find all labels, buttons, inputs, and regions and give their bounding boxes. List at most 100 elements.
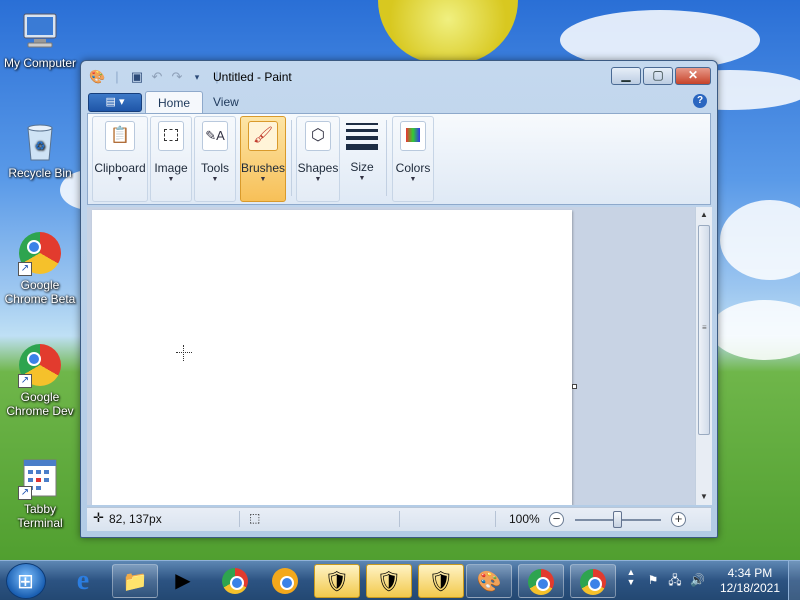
save-icon[interactable]: ▣ bbox=[129, 69, 145, 85]
system-clock[interactable]: 4:34 PM 12/18/2021 bbox=[720, 566, 780, 596]
network-icon[interactable]: 🖧 bbox=[668, 573, 682, 587]
folder-icon: 📁 bbox=[122, 571, 148, 593]
show-hidden-icons-icon[interactable]: ▲ ▼ bbox=[624, 567, 638, 587]
tab-view[interactable]: View bbox=[201, 91, 251, 114]
window-title: Untitled - Paint bbox=[213, 70, 292, 84]
wallpaper-sun bbox=[378, 0, 518, 64]
taskbar-file-explorer[interactable]: 📁 bbox=[112, 564, 158, 598]
canvas-workspace bbox=[87, 207, 695, 505]
desktop-icon-chrome-dev[interactable]: ↗ Google Chrome Dev bbox=[0, 344, 80, 418]
system-tray: ▲ ▼ ⚑ 🖧 🔊 4:34 PM 12/18/2021 bbox=[620, 561, 800, 600]
ribbon-group-label: Brushes bbox=[241, 161, 286, 175]
chrome-beta-icon: ↗ bbox=[18, 232, 62, 276]
chevron-down-icon: ▼ bbox=[259, 176, 267, 183]
ribbon-home: 📋 Clipboard ▼ Image ▼ ✎A Tools ▼ 🖌 Brush… bbox=[87, 113, 711, 205]
colors-icon bbox=[400, 121, 426, 151]
status-divider bbox=[495, 511, 496, 527]
ie-icon: e bbox=[76, 565, 90, 596]
ribbon-group-size[interactable]: Size ▼ bbox=[342, 116, 382, 202]
selection-size-icon: ⬚ bbox=[249, 511, 261, 525]
taskbar-chrome-canary[interactable] bbox=[262, 564, 308, 598]
help-icon[interactable]: ? bbox=[693, 94, 707, 108]
undo-icon[interactable]: ↶ bbox=[149, 69, 165, 85]
paint-icon: 🎨 bbox=[476, 571, 502, 593]
media-player-icon: ▶ bbox=[175, 570, 191, 592]
redo-icon[interactable]: ↷ bbox=[169, 69, 185, 85]
ribbon-separator bbox=[386, 120, 387, 196]
desktop-icon-my-computer[interactable]: My Computer bbox=[0, 10, 80, 70]
status-divider bbox=[239, 511, 240, 527]
taskbar-security-3[interactable]: 🛡 bbox=[418, 564, 464, 598]
taskbar-paint[interactable]: 🎨 bbox=[466, 564, 512, 598]
show-desktop-button[interactable] bbox=[788, 561, 800, 600]
clock-date: 12/18/2021 bbox=[719, 581, 780, 595]
zoom-slider-thumb[interactable] bbox=[613, 511, 622, 528]
ribbon-group-tools[interactable]: ✎A Tools ▼ bbox=[194, 116, 236, 202]
size-icon bbox=[346, 123, 378, 150]
customize-qat-icon[interactable]: ▾ bbox=[189, 69, 205, 85]
zoom-in-button[interactable]: + bbox=[671, 512, 686, 527]
shortcut-arrow-icon: ↗ bbox=[18, 262, 32, 276]
quick-access-toolbar: 🎨 | ▣ ↶ ↷ ▾ | bbox=[89, 69, 225, 85]
chrome-beta-icon bbox=[528, 569, 554, 595]
vertical-scrollbar[interactable]: ▲ ≡ ▼ bbox=[695, 207, 712, 505]
qat-separator: | bbox=[115, 69, 119, 84]
desktop-icon-chrome-beta[interactable]: ↗ Google Chrome Beta bbox=[0, 232, 80, 306]
chrome-icon bbox=[222, 568, 248, 594]
ribbon-group-colors[interactable]: Colors ▼ bbox=[392, 116, 434, 202]
taskbar-security-1[interactable]: 🛡 bbox=[314, 564, 360, 598]
title-bar[interactable]: 🎨 | ▣ ↶ ↷ ▾ | Untitled - Paint ▁ ▢ ✕ bbox=[81, 61, 717, 91]
close-button[interactable]: ✕ bbox=[675, 67, 711, 85]
chevron-down-icon: ▼ bbox=[358, 175, 366, 182]
minimize-button[interactable]: ▁ bbox=[611, 67, 641, 85]
taskbar-google-chrome[interactable] bbox=[212, 564, 258, 598]
scrollbar-thumb[interactable]: ≡ bbox=[698, 225, 710, 435]
chevron-down-icon: ▼ bbox=[116, 176, 124, 183]
chevron-down-icon: ▼ bbox=[211, 176, 219, 183]
ribbon-group-clipboard[interactable]: 📋 Clipboard ▼ bbox=[92, 116, 148, 202]
paint-menu-button[interactable]: ▤ ▾ bbox=[88, 93, 142, 112]
desktop-icon-tabby-terminal[interactable]: ↗ Tabby Terminal bbox=[0, 456, 80, 530]
desktop-icon-label: Recycle Bin bbox=[8, 166, 72, 180]
canvas-resize-handle-right[interactable] bbox=[572, 384, 577, 389]
cursor-position-icon: ✛ bbox=[93, 510, 104, 525]
drawing-canvas[interactable] bbox=[92, 210, 572, 505]
taskbar: e 📁 ▶ 🛡 🛡 🛡 🎨 ▲▼ ⚑ 🖧 🔊 4:34 PM 12/18/202… bbox=[0, 560, 800, 600]
taskbar-chrome-beta[interactable] bbox=[518, 564, 564, 598]
maximize-button[interactable]: ▢ bbox=[643, 67, 673, 85]
crosshair-cursor-icon bbox=[176, 345, 192, 361]
ribbon-tabs: ▤ ▾ Home View ? bbox=[87, 91, 711, 114]
action-center-icon[interactable]: ⚑ bbox=[646, 573, 660, 587]
svg-text:♻: ♻ bbox=[35, 139, 46, 153]
ribbon-group-brushes[interactable]: 🖌 Brushes ▼ bbox=[240, 116, 286, 202]
zoom-out-button[interactable]: − bbox=[549, 512, 564, 527]
shield-icon: 🛡 bbox=[324, 571, 350, 593]
select-icon bbox=[158, 121, 184, 151]
wallpaper-cloud bbox=[710, 300, 800, 360]
scroll-down-arrow-icon[interactable]: ▼ bbox=[696, 489, 712, 505]
tools-icon: ✎A bbox=[202, 121, 228, 151]
desktop-icon-recycle-bin[interactable]: ♻ Recycle Bin bbox=[0, 120, 80, 180]
paint-app-icon[interactable]: 🎨 bbox=[89, 69, 105, 85]
ribbon-group-shapes[interactable]: ⬡ Shapes ▼ bbox=[296, 116, 340, 202]
taskbar-security-2[interactable]: 🛡 bbox=[366, 564, 412, 598]
chevron-down-icon: ▼ bbox=[167, 176, 175, 183]
volume-icon[interactable]: 🔊 bbox=[690, 573, 705, 587]
zoom-level: 100% bbox=[509, 512, 540, 526]
recycle-bin-icon: ♻ bbox=[18, 120, 62, 164]
desktop-icon-label: My Computer bbox=[3, 56, 77, 70]
brush-icon: 🖌 bbox=[248, 121, 278, 151]
chrome-dev-icon: ↗ bbox=[18, 344, 62, 388]
shield-icon: 🛡 bbox=[428, 571, 454, 593]
ribbon-group-label: Clipboard bbox=[94, 161, 146, 175]
taskbar-internet-explorer[interactable]: e bbox=[60, 564, 106, 598]
taskbar-chrome-dev[interactable] bbox=[570, 564, 616, 598]
start-button[interactable] bbox=[6, 563, 46, 599]
ribbon-separator bbox=[291, 120, 292, 196]
ribbon-group-label: Shapes bbox=[297, 161, 339, 175]
clock-time: 4:34 PM bbox=[727, 566, 773, 580]
scroll-up-arrow-icon[interactable]: ▲ bbox=[696, 207, 712, 223]
taskbar-media-player[interactable]: ▶ bbox=[160, 564, 206, 598]
tab-home[interactable]: Home bbox=[145, 91, 204, 114]
ribbon-group-image[interactable]: Image ▼ bbox=[150, 116, 192, 202]
